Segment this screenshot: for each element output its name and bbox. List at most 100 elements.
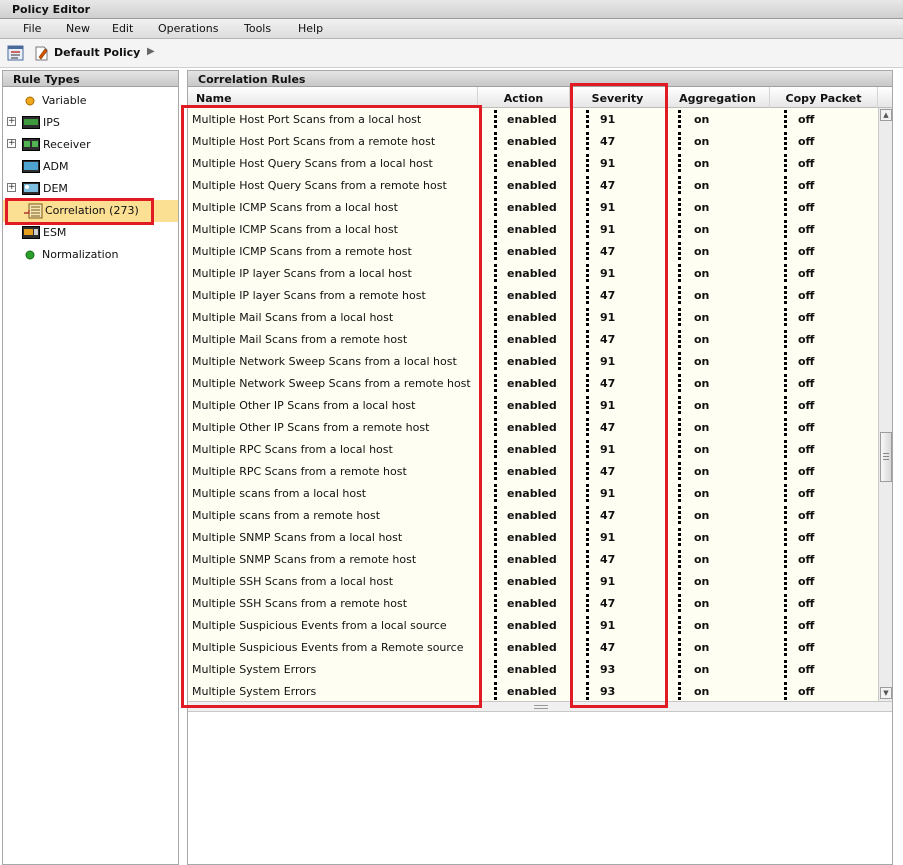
table-row[interactable]: Multiple ICMP Scans from a local host ena… xyxy=(188,196,878,218)
tree-item-variable[interactable]: Variable xyxy=(3,90,178,112)
column-separator-dots xyxy=(494,308,497,326)
rule-aggregation: on xyxy=(694,113,710,126)
column-header-aggregation[interactable]: Aggregation xyxy=(666,87,770,108)
column-separator-dots xyxy=(678,352,681,370)
table-row[interactable]: Multiple System Errors enabled 93 on off xyxy=(188,658,878,680)
column-separator-dots xyxy=(586,176,589,194)
menu-operations[interactable]: Operations xyxy=(158,22,218,35)
tree-item-adm[interactable]: ADM xyxy=(3,156,178,178)
column-separator-dots xyxy=(784,418,787,436)
rule-action: enabled xyxy=(507,553,557,566)
column-separator-dots xyxy=(494,638,497,656)
rule-name: Multiple Host Query Scans from a local h… xyxy=(192,157,433,170)
rule-name: Multiple Suspicious Events from a local … xyxy=(192,619,447,632)
table-row[interactable]: Multiple ICMP Scans from a local host ena… xyxy=(188,218,878,240)
table-row[interactable]: Multiple System Errors enabled 93 on off xyxy=(188,680,878,701)
table-row[interactable]: Multiple RPC Scans from a local host enab… xyxy=(188,438,878,460)
table-row[interactable]: Multiple SNMP Scans from a local host ena… xyxy=(188,526,878,548)
rule-action: enabled xyxy=(507,311,557,324)
policy-list-icon[interactable] xyxy=(7,45,24,61)
policy-edit-icon[interactable] xyxy=(33,45,50,61)
tree-item-normalization[interactable]: Normalization xyxy=(3,244,178,266)
pane-splitter[interactable] xyxy=(188,701,892,712)
table-row[interactable]: Multiple Mail Scans from a local host ena… xyxy=(188,306,878,328)
vertical-scrollbar[interactable]: ▲ ▼ xyxy=(878,108,892,701)
rule-name: Multiple ICMP Scans from a local host xyxy=(192,201,398,214)
rule-copy-packet: off xyxy=(798,377,815,390)
dem-device-icon xyxy=(22,182,40,195)
menu-new[interactable]: New xyxy=(66,22,90,35)
column-separator-dots xyxy=(494,528,497,546)
tree-item-correlation[interactable]: Correlation (273) xyxy=(3,200,178,222)
tree-item-esm[interactable]: ESM xyxy=(3,222,178,244)
table-row[interactable]: Multiple scans from a local host enabled 9… xyxy=(188,482,878,504)
rule-copy-packet: off xyxy=(798,663,815,676)
table-row[interactable]: Multiple Suspicious Events from a Remote… xyxy=(188,636,878,658)
table-row[interactable]: Multiple SSH Scans from a remote host ena… xyxy=(188,592,878,614)
policy-expand-arrow-icon[interactable]: ▶ xyxy=(147,46,155,57)
rule-severity: 47 xyxy=(600,135,616,148)
table-row[interactable]: Multiple Host Query Scans from a local h… xyxy=(188,152,878,174)
rule-name: Multiple Mail Scans from a remote host xyxy=(192,333,408,346)
menu-edit[interactable]: Edit xyxy=(112,22,133,35)
table-row[interactable]: Multiple RPC Scans from a remote host ena… xyxy=(188,460,878,482)
expand-plus-icon[interactable]: + xyxy=(7,117,16,126)
table-row[interactable]: Multiple Host Port Scans from a remote h… xyxy=(188,130,878,152)
scroll-down-icon[interactable]: ▼ xyxy=(880,687,892,699)
column-separator-dots xyxy=(678,110,681,128)
current-policy-name[interactable]: Default Policy xyxy=(54,46,140,59)
rule-action: enabled xyxy=(507,487,557,500)
table-row[interactable]: Multiple Other IP Scans from a local hos… xyxy=(188,394,878,416)
rule-severity: 91 xyxy=(600,113,616,126)
column-separator-dots xyxy=(586,594,589,612)
rule-severity: 91 xyxy=(600,355,616,368)
rule-severity: 91 xyxy=(600,399,616,412)
rule-severity: 91 xyxy=(600,201,616,214)
table-row[interactable]: Multiple scans from a remote host enabled… xyxy=(188,504,878,526)
column-header-action[interactable]: Action xyxy=(478,87,570,108)
menu-file[interactable]: File xyxy=(23,22,41,35)
tree-item-label: Correlation (273) xyxy=(45,204,139,217)
tree-item-dem[interactable]: + DEM xyxy=(3,178,178,200)
column-separator-dots xyxy=(678,594,681,612)
expand-plus-icon[interactable]: + xyxy=(7,139,16,148)
table-row[interactable]: Multiple Mail Scans from a remote host en… xyxy=(188,328,878,350)
column-separator-dots xyxy=(678,132,681,150)
expand-plus-icon[interactable]: + xyxy=(7,183,16,192)
table-row[interactable]: Multiple Host Port Scans from a local ho… xyxy=(188,108,878,130)
tree-item-ips[interactable]: + IPS xyxy=(3,112,178,134)
rule-severity: 91 xyxy=(600,531,616,544)
table-row[interactable]: Multiple IP layer Scans from a local hos… xyxy=(188,262,878,284)
correlation-rules-pane: Correlation Rules Name Action Severity A… xyxy=(187,70,893,865)
column-separator-dots xyxy=(784,550,787,568)
rule-action: enabled xyxy=(507,157,557,170)
column-separator-dots xyxy=(586,352,589,370)
normalization-dot-icon xyxy=(25,250,35,260)
menu-tools[interactable]: Tools xyxy=(244,22,271,35)
table-row[interactable]: Multiple Suspicious Events from a local … xyxy=(188,614,878,636)
table-row[interactable]: Multiple Host Query Scans from a remote … xyxy=(188,174,878,196)
rule-severity: 47 xyxy=(600,333,616,346)
table-row[interactable]: Multiple Network Sweep Scans from a loca… xyxy=(188,350,878,372)
column-separator-dots xyxy=(784,660,787,678)
column-header-severity[interactable]: Severity xyxy=(570,87,666,108)
scroll-thumb[interactable] xyxy=(880,432,892,482)
column-header-copy-packet[interactable]: Copy Packet xyxy=(770,87,878,108)
rule-aggregation: on xyxy=(694,685,710,698)
rule-copy-packet: off xyxy=(798,135,815,148)
table-row[interactable]: Multiple SNMP Scans from a remote host en… xyxy=(188,548,878,570)
table-row[interactable]: Multiple Network Sweep Scans from a remo… xyxy=(188,372,878,394)
table-row[interactable]: Multiple ICMP Scans from a remote host en… xyxy=(188,240,878,262)
scroll-up-icon[interactable]: ▲ xyxy=(880,109,892,121)
rule-types-pane: Rule Types Variable + IPS + Receiver ADM… xyxy=(2,70,179,865)
rule-name: Multiple IP layer Scans from a local hos… xyxy=(192,267,412,280)
table-row[interactable]: Multiple Other IP Scans from a remote ho… xyxy=(188,416,878,438)
column-separator-dots xyxy=(586,440,589,458)
table-row[interactable]: Multiple IP layer Scans from a remote ho… xyxy=(188,284,878,306)
column-separator-dots xyxy=(586,154,589,172)
menu-help[interactable]: Help xyxy=(298,22,323,35)
column-separator-dots xyxy=(784,396,787,414)
table-row[interactable]: Multiple SSH Scans from a local host enab… xyxy=(188,570,878,592)
tree-item-receiver[interactable]: + Receiver xyxy=(3,134,178,156)
column-header-name[interactable]: Name xyxy=(188,87,478,108)
